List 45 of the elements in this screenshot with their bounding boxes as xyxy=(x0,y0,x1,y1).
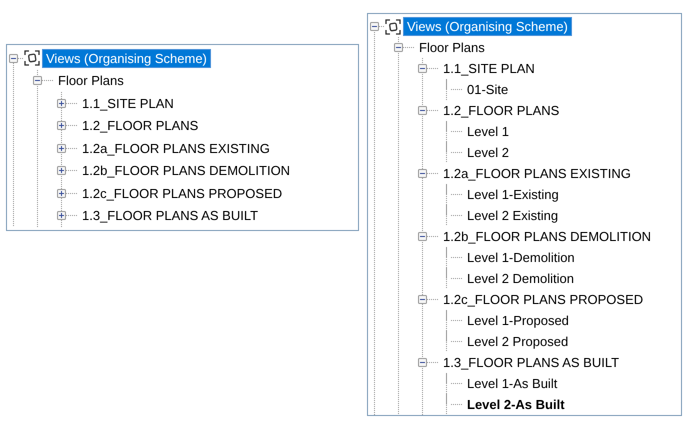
tree-item[interactable]: Floor Plans xyxy=(54,71,128,90)
expand-toggle[interactable] xyxy=(57,144,66,153)
collapse-toggle[interactable] xyxy=(418,295,427,304)
collapse-toggle[interactable] xyxy=(370,22,379,31)
tree-item[interactable]: Level 2 xyxy=(463,143,513,162)
tree-item[interactable]: 1.1_SITE PLAN xyxy=(78,94,178,113)
tree-item[interactable]: 1.1_SITE PLAN xyxy=(439,59,539,78)
collapse-toggle[interactable] xyxy=(418,106,427,115)
tree-item[interactable]: 1.2c_FLOOR PLANS PROPOSED xyxy=(78,184,286,203)
expand-toggle[interactable] xyxy=(57,166,66,176)
tree-item[interactable]: Level 1-As Built xyxy=(463,374,562,393)
tree-item[interactable]: Level 1-Existing xyxy=(463,185,563,204)
tree-item[interactable]: 1.3_FLOOR PLANS AS BUILT xyxy=(439,353,624,372)
tree-item[interactable]: Level 2 Existing xyxy=(463,206,562,225)
tree-item[interactable]: Level 2-As Built xyxy=(463,395,569,414)
tree-item[interactable]: Level 2 Proposed xyxy=(463,332,572,351)
collapse-toggle[interactable] xyxy=(9,54,18,63)
expand-toggle[interactable] xyxy=(57,188,66,198)
tree-item[interactable]: 1.2a_FLOOR PLANS EXISTING xyxy=(78,138,274,158)
collapse-toggle[interactable] xyxy=(418,64,427,73)
expand-toggle[interactable] xyxy=(57,211,66,220)
collapse-toggle[interactable] xyxy=(418,169,427,178)
tree-item[interactable]: Level 1-Demolition xyxy=(463,248,579,267)
collapse-toggle[interactable] xyxy=(394,43,403,52)
tree-item[interactable]: 1.2b_FLOOR PLANS DEMOLITION xyxy=(439,227,656,246)
tree-item[interactable]: Level 2 Demolition xyxy=(463,269,578,288)
tree-item[interactable]: 1.2_FLOOR PLANS xyxy=(78,116,202,136)
tree-item[interactable]: 01-Site xyxy=(463,80,512,99)
collapse-toggle[interactable] xyxy=(33,76,42,86)
collapse-toggle[interactable] xyxy=(418,358,427,367)
tree-item[interactable]: 1.2_FLOOR PLANS xyxy=(439,101,564,120)
tree-item[interactable]: Views (Organising Scheme) xyxy=(42,48,211,68)
collapse-toggle[interactable] xyxy=(418,232,427,241)
bracketed-square-icon xyxy=(24,50,40,66)
tree-item[interactable]: 1.2c_FLOOR PLANS PROPOSED xyxy=(439,290,648,309)
tree-item[interactable]: 1.2a_FLOOR PLANS EXISTING xyxy=(439,164,635,183)
tree-item[interactable]: Views (Organising Scheme) xyxy=(403,17,572,36)
tree-item[interactable]: 1.3_FLOOR PLANS AS BUILT xyxy=(78,206,262,226)
expand-toggle[interactable] xyxy=(57,121,66,130)
tree-item[interactable]: 1.2b_FLOOR PLANS DEMOLITION xyxy=(78,161,294,180)
bracketed-square-icon xyxy=(385,18,401,34)
expand-toggle[interactable] xyxy=(57,98,66,108)
tree-item[interactable]: Floor Plans xyxy=(415,38,489,57)
tree-item[interactable]: Level 1-Proposed xyxy=(463,311,573,330)
tree-item[interactable]: Level 1 xyxy=(463,122,513,141)
